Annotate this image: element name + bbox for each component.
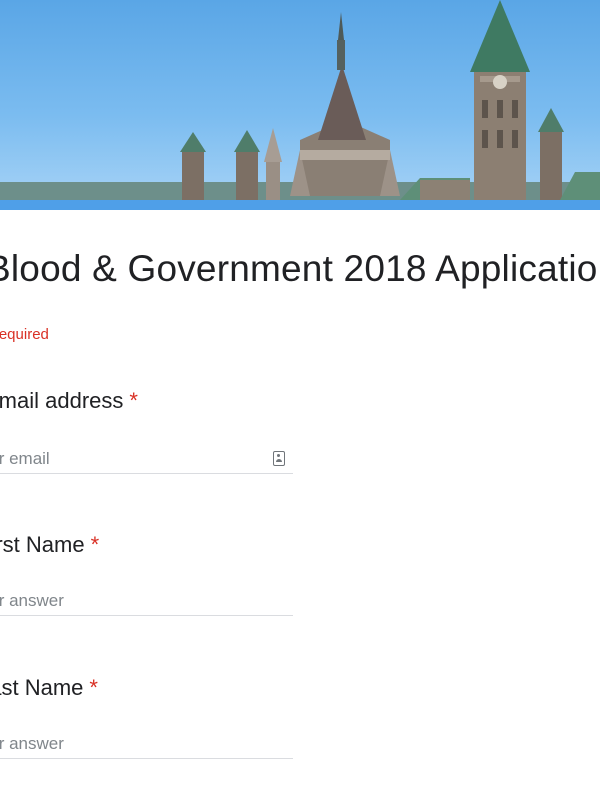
question-label-text: First Name [0, 532, 85, 557]
banner-accent-strip [0, 200, 600, 210]
email-input[interactable] [0, 444, 293, 474]
required-note: * Required [0, 326, 49, 343]
question-label: Last Name* [0, 675, 98, 701]
contact-card-icon[interactable] [273, 451, 285, 466]
question-label: Email address* [0, 388, 138, 414]
required-asterisk: * [89, 675, 98, 700]
required-asterisk: * [90, 532, 100, 557]
last-name-input[interactable] [0, 729, 293, 759]
parliament-illustration [0, 0, 600, 202]
question-label-text: Email address [0, 388, 124, 413]
question-label-text: Last Name [0, 675, 84, 700]
question-label: First Name* [0, 532, 99, 558]
required-asterisk: * [129, 388, 138, 413]
form-title: Blood & Government 2018 Application [0, 248, 600, 289]
first-name-input[interactable] [0, 586, 293, 616]
header-banner-image [0, 0, 600, 210]
form-page: Blood & Government 2018 Application * Re… [0, 0, 600, 796]
